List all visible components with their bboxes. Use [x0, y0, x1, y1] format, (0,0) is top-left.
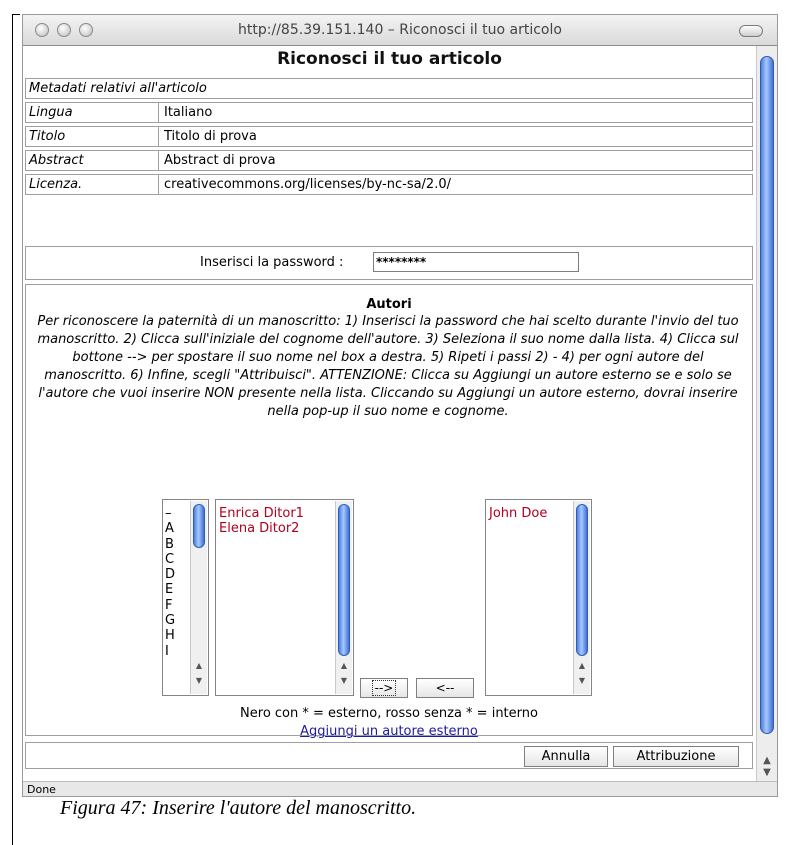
dialog-title: Riconosci il tuo articolo — [277, 49, 502, 69]
list-item[interactable]: – — [165, 506, 183, 521]
scroll-down-arrow-icon[interactable]: ▼ — [576, 676, 588, 686]
scroll-up-arrow-icon[interactable]: ▲ — [338, 661, 350, 671]
cancel-button[interactable]: Annulla — [524, 746, 608, 767]
author-color-legend: Nero con * = esterno, rosso senza * = in… — [240, 706, 538, 721]
list-item[interactable]: A — [165, 521, 183, 536]
scrollbar-thumb[interactable] — [338, 504, 350, 656]
field-value: creativecommons.org/licenses/by-nc-sa/2.… — [164, 177, 451, 192]
window-title: http://85.39.151.140 – Riconosci il tuo … — [238, 22, 562, 38]
list-scrollbar[interactable]: ▲ ▼ — [335, 501, 352, 694]
available-authors-list[interactable]: Enrica Ditor1 Elena Ditor2 ▲ ▼ — [215, 499, 354, 696]
page-scrollbar-thumb[interactable] — [760, 56, 774, 734]
field-label: Titolo — [26, 127, 159, 146]
figure-caption: Figura 47: Inserire l'autore del manoscr… — [60, 797, 417, 819]
list-item[interactable]: D — [165, 567, 183, 582]
move-right-button[interactable]: --> — [360, 678, 408, 698]
authors-section: Autori Per riconoscere la paternità di u… — [25, 284, 753, 739]
list-item[interactable]: H — [165, 628, 183, 643]
scrollbar-thumb[interactable] — [576, 504, 588, 656]
password-section: Inserisci la password : ******** — [25, 246, 753, 280]
field-value: Titolo di prova — [164, 129, 257, 144]
initial-letter-list[interactable]: – A B C D E F G H I ▲ ▼ — [162, 499, 209, 696]
metadata-row-lingua: Lingua Italiano — [25, 102, 753, 123]
scroll-down-arrow-icon[interactable]: ▼ — [193, 676, 205, 686]
list-item[interactable]: Enrica Ditor1 — [219, 506, 304, 521]
metadata-row-titolo: Titolo Titolo di prova — [25, 126, 753, 147]
letter-items: – A B C D E F G H I — [165, 506, 183, 659]
metadata-header: Metadati relativi all'articolo — [29, 81, 207, 96]
browser-window: http://85.39.151.140 – Riconosci il tuo … — [22, 14, 778, 797]
title-bar: http://85.39.151.140 – Riconosci il tuo … — [23, 15, 777, 46]
scrollbar-thumb[interactable] — [193, 504, 205, 548]
toolbar-toggle-button[interactable] — [739, 25, 763, 37]
field-label: Licenza. — [26, 175, 159, 194]
field-label: Abstract — [26, 151, 159, 170]
page-content: Riconosci il tuo articolo Metadati relat… — [23, 46, 756, 781]
list-item[interactable]: B — [165, 537, 183, 552]
authors-title: Autori — [366, 297, 412, 312]
list-item[interactable]: John Doe — [489, 506, 547, 521]
selected-authors-list[interactable]: John Doe ▲ ▼ — [485, 499, 592, 696]
list-scrollbar[interactable]: ▲ ▼ — [573, 501, 590, 694]
scroll-down-arrow-icon[interactable]: ▼ — [338, 676, 350, 686]
metadata-row-abstract: Abstract Abstract di prova — [25, 150, 753, 171]
page-scroll-arrows-icon[interactable]: ▲ ▼ — [761, 755, 773, 779]
password-input[interactable]: ******** — [373, 252, 579, 272]
move-right-label: --> — [371, 680, 397, 696]
list-scrollbar[interactable]: ▲ ▼ — [190, 501, 207, 694]
scroll-up-arrow-icon[interactable]: ▲ — [193, 661, 205, 671]
field-value: Abstract di prova — [164, 153, 276, 168]
assign-button[interactable]: Attribuzione — [613, 746, 739, 767]
list-item[interactable]: Elena Ditor2 — [219, 521, 299, 536]
list-item[interactable]: F — [165, 598, 183, 613]
page-scrollbar[interactable]: ▲ ▼ — [756, 46, 777, 781]
metadata-header-row: Metadati relativi all'articolo — [25, 78, 753, 99]
action-bar: Annulla Attribuzione — [25, 742, 753, 769]
list-item[interactable]: E — [165, 582, 183, 597]
page-frame-top — [12, 14, 20, 15]
authors-instructions: Per riconoscere la paternità di un manos… — [37, 314, 739, 419]
scroll-up-arrow-icon[interactable]: ▲ — [576, 661, 588, 671]
password-label: Inserisci la password : — [200, 255, 344, 270]
add-external-author-link[interactable]: Aggiungi un autore esterno — [26, 724, 752, 739]
move-left-button[interactable]: <-- — [416, 678, 474, 698]
list-item[interactable]: I — [165, 644, 183, 659]
page-frame-left — [12, 14, 13, 845]
list-item[interactable]: C — [165, 552, 183, 567]
field-label: Lingua — [26, 103, 159, 122]
status-bar: Done — [23, 781, 777, 796]
field-value: Italiano — [164, 105, 213, 120]
metadata-row-licenza: Licenza. creativecommons.org/licenses/by… — [25, 174, 753, 195]
list-item[interactable]: G — [165, 613, 183, 628]
